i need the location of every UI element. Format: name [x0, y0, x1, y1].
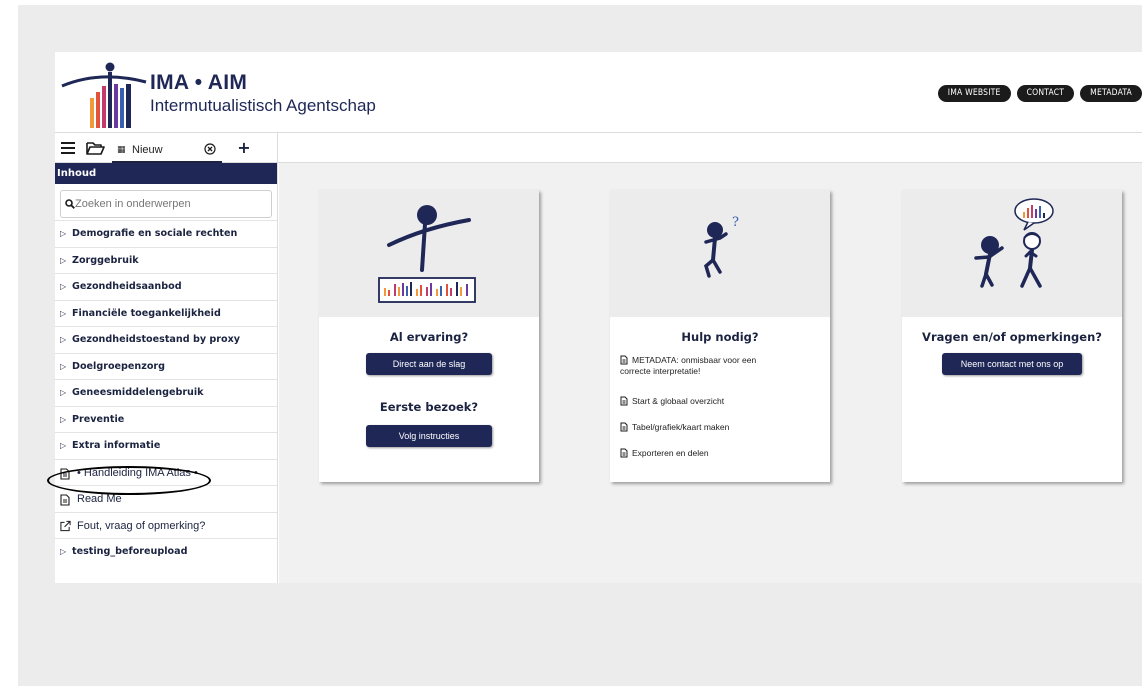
person-thinking-illustration: ?	[703, 215, 739, 278]
tab-label: Nieuw	[132, 144, 163, 156]
expand-triangle-icon: ▷	[60, 308, 67, 318]
sidebar-item-label: Fout, vraag of opmerking?	[77, 519, 206, 532]
document-icon	[620, 355, 628, 365]
search-input[interactable]	[75, 191, 255, 217]
expand-triangle-icon: ▷	[60, 282, 67, 291]
metadata-help-link[interactable]: METADATA: onmisbaar voor een correcte in…	[620, 355, 800, 377]
logo-title: IMA • AIM	[150, 71, 248, 94]
topic-list: ▷ Demografie en sociale rechten ▷ Zorggebr…	[55, 220, 277, 565]
sidebar-item-preventie[interactable]: ▷ Preventie	[55, 405, 277, 433]
sidebar-item-label: Financiële toegankelijkheid	[72, 307, 221, 319]
start-overview-link[interactable]: Start & globaal overzicht	[620, 396, 800, 407]
sidebar-item-label: Geneesmiddelengebruik	[72, 387, 204, 398]
svg-text:?: ?	[732, 215, 739, 230]
card-illustration	[319, 190, 539, 317]
card-illustration	[902, 190, 1122, 317]
help-link-label: METADATA: onmisbaar voor een	[632, 355, 757, 365]
sidebar-item-geneesmiddelengebruik[interactable]: ▷ Geneesmiddelengebruik	[55, 379, 277, 406]
search-icon	[65, 199, 75, 209]
app-window: IMA • AIM Intermutualistisch Agentschap …	[55, 52, 1142, 583]
document-icon	[60, 494, 70, 506]
header: IMA • AIM Intermutualistisch Agentschap …	[55, 52, 1142, 132]
card-illustration: ?	[610, 190, 830, 317]
add-tab-button[interactable]: +	[235, 138, 253, 158]
ima-website-button[interactable]: IMA WEBSITE	[937, 85, 1011, 102]
sidebar: Inhoud ▷ Demografie en sociale rechten ▷ Z…	[55, 163, 278, 583]
sidebar-item-label: Extra informatie	[72, 440, 161, 451]
experience-title: Al ervaring?	[389, 330, 469, 344]
sidebar-item-label: testing_beforeupload	[72, 546, 188, 557]
sidebar-item-gezondheidsaanbod[interactable]: ▷ Gezondheidsaanbod	[55, 273, 277, 300]
table-chart-map-link[interactable]: Tabel/grafiek/kaart maken	[620, 422, 800, 433]
experience-card: Al ervaring? Direct aan de slag Eerste b…	[319, 190, 539, 482]
sidebar-item-label: Doelgroepenzorg	[72, 360, 166, 372]
sidebar-item-extra-informatie[interactable]: ▷ Extra informatie	[55, 432, 277, 459]
sidebar-item-label: Preventie	[72, 413, 125, 425]
logo-icon	[61, 62, 147, 128]
table-icon: ▦	[117, 145, 126, 155]
document-icon	[620, 396, 628, 406]
export-share-link[interactable]: Exporteren en delen	[620, 448, 800, 459]
sidebar-item-doelgroepenzorg[interactable]: ▷ Doelgroepenzorg	[55, 352, 277, 380]
header-nav: IMA WEBSITE CONTACT METADATA	[937, 85, 1142, 102]
sidebar-item-zorggebruik[interactable]: ▷ Zorggebruik	[55, 246, 277, 274]
highlight-circle-annotation	[47, 466, 211, 495]
tab-nieuw[interactable]: ▦ Nieuw	[112, 136, 222, 163]
expand-triangle-icon: ▷	[60, 255, 67, 265]
external-link-icon	[60, 520, 71, 531]
people-talking-illustration	[974, 198, 1054, 288]
tab-bar: ▦ Nieuw +	[55, 132, 1142, 163]
expand-triangle-icon: ▷	[60, 229, 67, 238]
sidebar-item-feedback-link[interactable]: Fout, vraag of opmerking?	[55, 511, 277, 539]
expand-triangle-icon: ▷	[60, 441, 67, 450]
contact-us-button[interactable]: Neem contact met ons op	[942, 353, 1082, 375]
sidebar-item-gezondheidstoestand[interactable]: ▷ Gezondheidstoestand by proxy	[55, 326, 277, 353]
help-link-label: Tabel/grafiek/kaart maken	[632, 422, 730, 432]
follow-instructions-button[interactable]: Volg instructies	[366, 425, 492, 447]
expand-triangle-icon: ▷	[60, 547, 67, 556]
first-visit-title: Eerste bezoek?	[379, 400, 479, 414]
main-content: Al ervaring? Direct aan de slag Eerste b…	[279, 163, 1142, 583]
help-link-label: Exporteren en delen	[632, 448, 709, 458]
sidebar-item-financiele-toegankelijkheid[interactable]: ▷ Financiële toegankelijkheid	[55, 299, 277, 327]
person-balancing-illustration	[378, 205, 476, 303]
direct-start-button[interactable]: Direct aan de slag	[366, 353, 492, 375]
hamburger-menu-icon[interactable]	[60, 140, 76, 156]
close-tab-icon[interactable]	[204, 143, 216, 155]
questions-title: Vragen en/of opmerkingen?	[922, 330, 1102, 344]
expand-triangle-icon: ▷	[60, 388, 67, 397]
open-folder-icon[interactable]	[86, 140, 105, 156]
document-icon	[620, 448, 628, 458]
sidebar-item-testing[interactable]: ▷ testing_beforeupload	[55, 538, 277, 565]
help-title: Hulp nodig?	[681, 330, 759, 344]
sidebar-item-demografie[interactable]: ▷ Demografie en sociale rechten	[55, 220, 277, 247]
contact-button[interactable]: CONTACT	[1016, 85, 1075, 102]
sidebar-search	[60, 190, 272, 218]
help-link-label: Start & globaal overzicht	[632, 396, 725, 406]
expand-triangle-icon: ▷	[60, 361, 67, 371]
sidebar-heading: Inhoud	[55, 163, 277, 184]
help-card: ? Hulp nodig? METADATA: onmisbaar voor e…	[610, 190, 830, 482]
help-link-label-continued: correcte interpretatie!	[620, 366, 701, 376]
sidebar-item-label: Gezondheidstoestand by proxy	[72, 334, 241, 345]
expand-triangle-icon: ▷	[60, 414, 67, 424]
expand-triangle-icon: ▷	[60, 335, 67, 344]
sidebar-item-label: Demografie en sociale rechten	[72, 228, 238, 239]
logo-subtitle: Intermutualistisch Agentschap	[150, 96, 376, 115]
sidebar-item-label: Gezondheidsaanbod	[72, 281, 182, 292]
document-icon	[620, 422, 628, 432]
metadata-button[interactable]: METADATA	[1080, 85, 1142, 102]
ima-aim-logo[interactable]: IMA • AIM Intermutualistisch Agentschap	[60, 62, 376, 128]
questions-card: Vragen en/of opmerkingen? Neem contact m…	[902, 190, 1122, 482]
tab-bar-divider	[277, 133, 278, 163]
sidebar-item-label: Zorggebruik	[72, 254, 139, 266]
